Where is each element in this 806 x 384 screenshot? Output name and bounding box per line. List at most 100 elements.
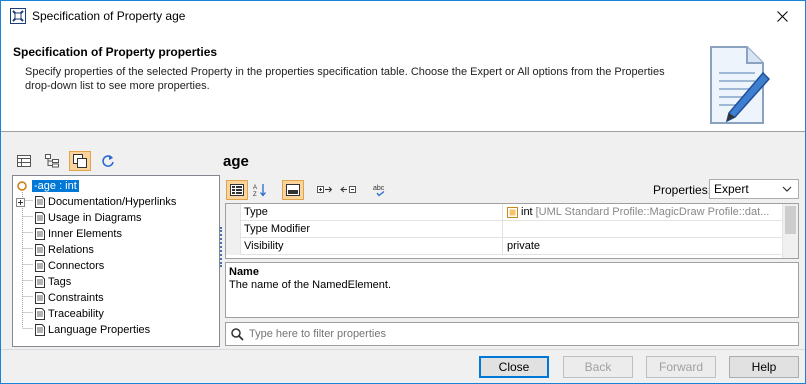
page-icon [35,260,45,272]
column-separator [502,238,503,255]
back-button[interactable]: Back [563,356,633,378]
expand-all-icon [317,186,333,193]
property-row-visibility[interactable]: Visibility private [226,238,783,255]
page-icon [35,196,45,208]
page-icon [35,212,45,224]
tree-view-button[interactable] [41,151,63,171]
title-bar: Specification of Property age [1,1,805,31]
app-icon [10,8,26,24]
properties-mode-value: Expert [714,182,749,196]
filter-box [225,322,799,346]
tree-item[interactable]: Inner Elements [16,226,122,242]
group-by-category-button[interactable] [226,180,248,200]
collapse-all-button[interactable] [337,180,359,200]
tree-toolbar [13,151,119,171]
property-row-type[interactable]: Type int [UML Standard Profile::MagicDra… [226,204,783,221]
tree-item-label: Relations [48,244,94,256]
forward-button[interactable]: Forward [646,356,716,378]
svg-text:A: A [253,185,257,191]
spell-check-button[interactable]: abc [370,180,392,200]
tree-item[interactable]: Language Properties [16,322,150,338]
page-icon [35,308,45,320]
tree-item-label: Tags [48,276,72,288]
tree-item-label: Language Properties [48,324,151,336]
svg-text:abc: abc [373,185,385,192]
close-button[interactable]: Close [479,356,549,378]
expand-toggle-icon[interactable] [16,197,25,207]
close-window-button[interactable] [759,1,805,31]
property-name: Type [244,206,268,218]
page-icon [35,324,45,336]
tree-root-label: -age : int [32,180,79,192]
tree-item-label: Documentation/Hyperlinks [48,196,177,208]
page-icon [35,276,45,288]
collapse-all-icon [340,186,356,193]
property-description-panel: Name The name of the NamedElement. [225,262,799,318]
properties-mode-select[interactable]: Expert [709,179,799,199]
tree-item-label: Connectors [48,260,105,272]
row-gutter [226,204,241,221]
property-value-extra: [UML Standard Profile::MagicDraw Profile… [535,206,770,218]
property-row-type-modifier[interactable]: Type Modifier [226,221,783,238]
search-icon [231,328,244,341]
tree-item-label: Constraints [48,292,104,304]
header-description: Specify properties of the selected Prope… [25,66,665,92]
description-text: The name of the NamedElement. [229,279,392,291]
properties-grid: Type int [UML Standard Profile::MagicDra… [225,203,799,259]
property-name: Visibility [244,240,284,252]
category-grid-icon [230,184,244,196]
properties-toolbar: A Z abc Properties: Expert [225,179,799,203]
sort-az-icon: A Z [253,184,266,197]
tree-item[interactable]: Relations [16,242,94,258]
specification-dialog: Specification of Property age Specificat… [0,0,806,384]
close-icon [776,10,788,22]
page-icon [35,244,45,256]
refresh-button[interactable] [97,151,119,171]
navigation-tree: -age : int Documentation/Hyperlinks Usage… [12,175,220,347]
divider [1,349,805,350]
window-title: Specification of Property age [32,9,186,23]
tree-item[interactable]: Tags [16,274,71,290]
panel-splitter[interactable] [220,227,222,267]
column-separator [502,204,503,221]
copy-icon [73,154,87,168]
sort-alphabetically-button[interactable]: A Z [249,180,271,200]
svg-text:Z: Z [253,192,257,197]
tree-item[interactable]: Constraints [16,290,104,306]
chevron-down-icon [782,186,792,192]
scrollbar-thumb[interactable] [785,206,796,234]
tree-icon [45,154,59,168]
property-value[interactable]: private [507,240,779,252]
list-view-button[interactable] [13,151,35,171]
tree-item[interactable]: Traceability [16,306,104,322]
abc-spellcheck-icon: abc [373,185,385,197]
tree-item[interactable]: Connectors [16,258,104,274]
tree-item-label: Inner Elements [48,228,122,240]
tree-item[interactable]: Usage in Diagrams [16,210,142,226]
description-title: Name [229,266,259,278]
filter-input[interactable] [249,326,789,342]
column-separator [502,221,503,238]
grid-scrollbar[interactable] [782,204,798,258]
list-icon [17,155,31,167]
header-panel: Specification of Property properties Spe… [1,31,805,132]
expand-all-button[interactable] [314,180,336,200]
tree-item[interactable]: Documentation/Hyperlinks [16,194,176,210]
property-name: Type Modifier [244,223,311,235]
page-icon [35,228,45,240]
property-value[interactable]: int [UML Standard Profile::MagicDraw Pro… [507,206,779,218]
show-description-button[interactable] [282,180,304,200]
row-gutter [226,221,241,238]
element-name: age [223,153,249,170]
header-title: Specification of Property properties [13,45,218,59]
copy-view-button[interactable] [69,151,91,171]
refresh-icon [102,155,114,167]
document-pencil-icon [710,46,771,124]
properties-label: Properties: [653,183,712,197]
property-icon [17,181,27,191]
page-icon [35,292,45,304]
help-button[interactable]: Help [729,356,799,378]
tree-root-item[interactable]: -age : int [17,178,79,194]
property-value-text: int [521,206,533,218]
datatype-icon [507,206,518,218]
